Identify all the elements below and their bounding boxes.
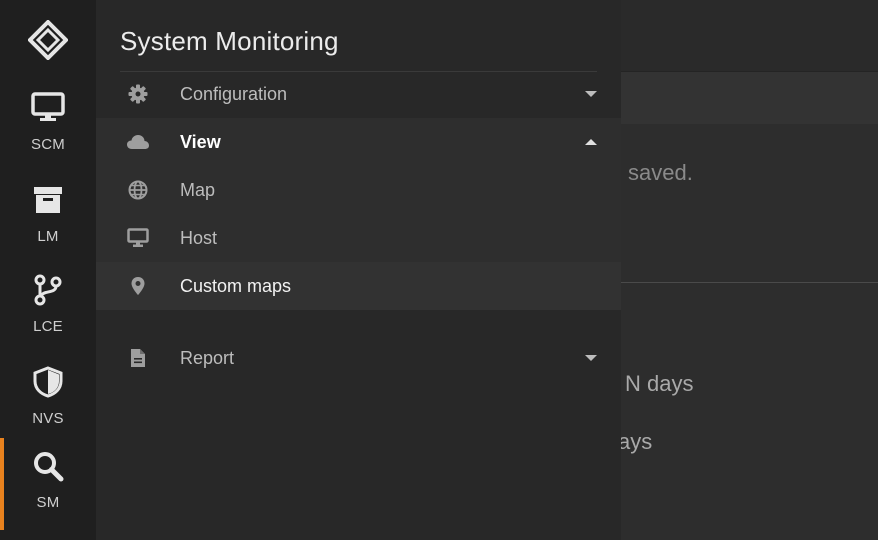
monitor-icon [126,228,150,248]
chevron-down-icon[interactable] [582,89,600,99]
background-divider [621,282,878,283]
background-text-days-2: ays [618,429,653,454]
diamond-logo-icon [28,20,68,60]
menu-item-label: Map [180,179,216,200]
rail-item-lce[interactable]: LCE [0,262,96,354]
rail-item-scm[interactable]: SCM [0,80,96,172]
cloud-icon [126,132,150,152]
rail-item-nvs[interactable]: NVS [0,354,96,446]
menu-item-custom-maps[interactable]: Custom maps [96,262,621,310]
menu-item-map[interactable]: Map [96,166,621,214]
rail-item-label: LM [37,228,59,245]
chevron-up-icon[interactable] [582,137,600,147]
menu-item-label: Host [180,227,218,248]
shield-icon [30,364,66,400]
menu-item-view[interactable]: View [96,118,621,166]
document-icon [126,348,150,368]
menu-item-host[interactable]: Host [96,214,621,262]
rail-item-sm[interactable]: SM [0,438,96,530]
menu-item-label: Configuration [180,83,288,104]
menu-item-report[interactable]: Report [96,334,621,382]
app-window: saved. N days ays SCM LM LCE NVS SM Syst… [0,0,878,540]
rail-item-label: SCM [31,136,65,153]
archive-icon [30,182,66,218]
rail-item-label: LCE [33,318,63,335]
menu-item-configuration[interactable]: Configuration [96,70,621,118]
rail-item-label: NVS [32,410,64,427]
chevron-down-icon[interactable] [582,353,600,363]
location-pin-icon [126,276,150,296]
background-text-saved: saved. [628,160,693,185]
globe-icon [126,180,150,200]
monitor-icon [30,90,66,126]
menu-item-label: View [180,131,221,152]
rail-item-label: SM [36,494,60,511]
rail-item-lm[interactable]: LM [0,172,96,264]
background-text-days: N days [625,371,694,396]
gear-icon [126,84,150,104]
branch-icon [30,272,66,308]
menu-item-label: Custom maps [180,275,292,296]
app-rail: SCM LM LCE NVS SM [0,0,96,540]
search-icon [30,448,66,484]
app-logo[interactable] [0,0,96,80]
menu-item-label: Report [180,347,235,368]
navigation-drawer: System Monitoring Configuration View Map… [96,0,621,540]
drawer-title: System Monitoring [120,26,339,56]
